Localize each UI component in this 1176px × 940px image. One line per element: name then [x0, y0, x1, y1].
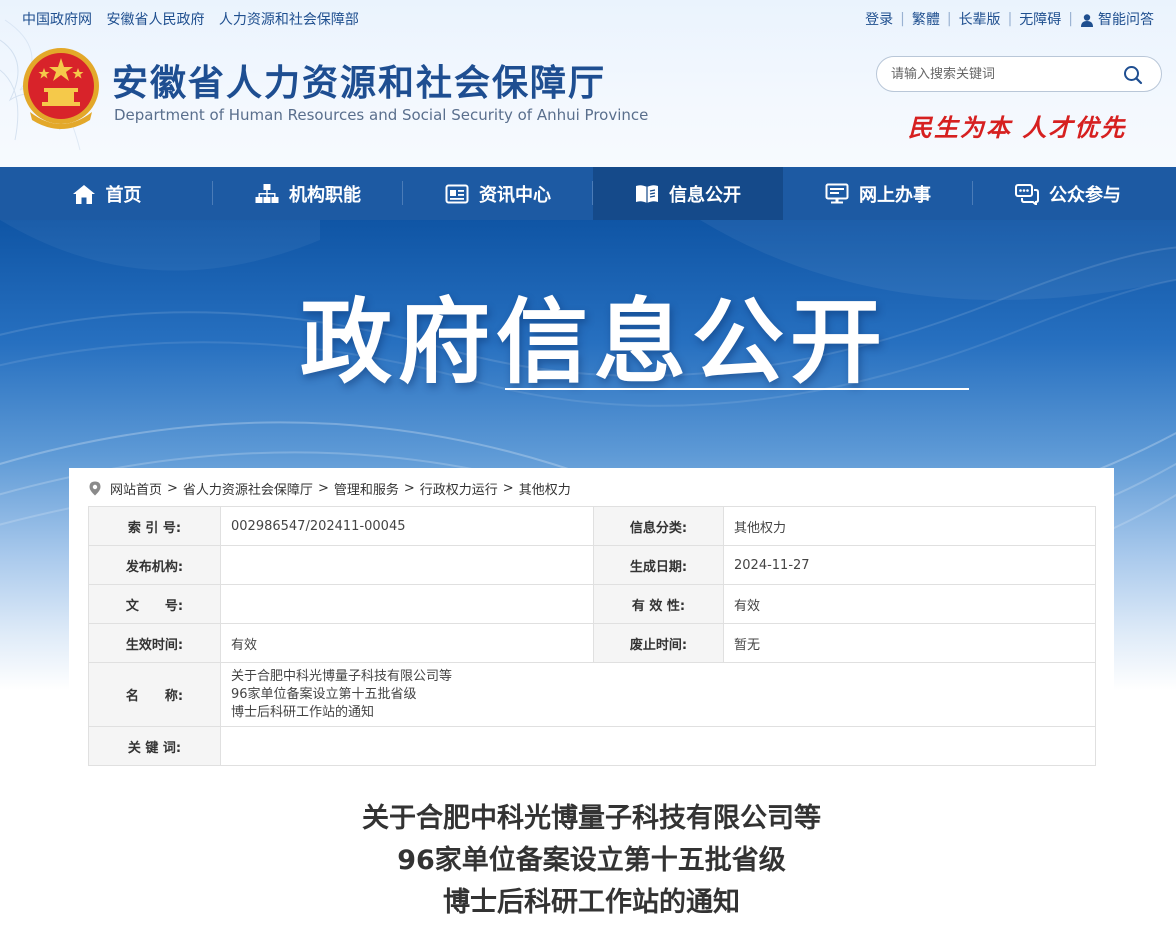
breadcrumb-item[interactable]: 管理和服务 [334, 479, 399, 498]
slogan: 民生为本 人才优先 [908, 113, 1127, 142]
docno-value [220, 584, 594, 624]
nav-item-online-services[interactable]: 网上办事 [783, 167, 973, 220]
nav-item-info-disclosure[interactable]: 信息公开 [593, 167, 783, 220]
name-line: 96家单位备案设立第十五批省级 [231, 686, 417, 702]
name-line: 关于合肥中科光博量子科技有限公司等 [231, 668, 453, 684]
document-title-line: 博士后科研工作站的通知 [443, 887, 740, 918]
table-row: 名 称: 关于合肥中科光博量子科技有限公司等 96家单位备案设立第十五批省级 博… [88, 662, 1096, 727]
search-box [876, 56, 1162, 92]
breadcrumb-item[interactable]: 网站首页 [110, 479, 162, 498]
main-nav: 首页 机构职能 资讯中心 信息公开 网上办事 公众参与 [0, 167, 1176, 220]
org-icon [255, 183, 279, 203]
breadcrumb-item[interactable]: 其他权力 [519, 479, 571, 498]
document-title-line: 关于合肥中科光博量子科技有限公司等 [362, 803, 821, 834]
separator: | [900, 11, 905, 27]
validity-label: 有 效 性: [593, 584, 724, 624]
docno-label: 文 号: [88, 584, 221, 624]
breadcrumb-item[interactable]: 行政权力运行 [420, 479, 498, 498]
document-info-table: 索 引 号: 002986547/202411-00045 信息分类: 其他权力… [88, 506, 1096, 766]
nav-item-org[interactable]: 机构职能 [213, 167, 403, 220]
traditional-chinese-link[interactable]: 繁體 [912, 9, 940, 29]
monitor-icon [825, 183, 849, 203]
abolish-label: 废止时间: [593, 623, 724, 663]
chat-icon [1015, 183, 1039, 205]
publisher-value [220, 545, 594, 585]
content-card: 网站首页 > 省人力资源社会保障厅 > 管理和服务 > 行政权力运行 > 其他权… [69, 468, 1114, 940]
breadcrumb: 网站首页 > 省人力资源社会保障厅 > 管理和服务 > 行政权力运行 > 其他权… [89, 479, 571, 498]
index-label: 索 引 号: [88, 506, 221, 546]
nav-item-news[interactable]: 资讯中心 [403, 167, 593, 220]
breadcrumb-separator: > [502, 481, 514, 496]
category-value: 其他权力 [723, 506, 1096, 546]
nav-label: 网上办事 [859, 184, 931, 206]
table-row: 关 键 词: [88, 726, 1096, 766]
banner-underline [505, 388, 969, 390]
breadcrumb-separator: > [403, 481, 415, 496]
smart-qa-label: 智能问答 [1098, 12, 1154, 28]
table-row: 索 引 号: 002986547/202411-00045 信息分类: 其他权力 [88, 506, 1096, 546]
breadcrumb-item[interactable]: 省人力资源社会保障厅 [183, 479, 313, 498]
nav-item-public-participation[interactable]: 公众参与 [973, 167, 1163, 220]
name-line: 博士后科研工作站的通知 [231, 704, 375, 720]
breadcrumb-separator: > [167, 481, 178, 496]
person-icon [1081, 14, 1093, 27]
location-pin-icon [89, 481, 101, 496]
top-right-links: 登录 | 繁體 | 长辈版 | 无障碍 | 智能问答 [865, 9, 1154, 29]
nav-label: 机构职能 [289, 184, 361, 206]
separator: | [1007, 11, 1013, 27]
validity-value: 有效 [723, 584, 1096, 624]
link-mohrss[interactable]: 人力资源和社会保障部 [219, 12, 359, 28]
document-title-line: 96家单位备案设立第十五批省级 [397, 845, 786, 876]
top-links: 中国政府网 安徽省人民政府 人力资源和社会保障部 [22, 9, 369, 29]
separator: | [946, 11, 952, 27]
site-subtitle: Department of Human Resources and Social… [114, 106, 649, 124]
nav-label: 首页 [105, 184, 142, 206]
index-value: 002986547/202411-00045 [220, 506, 594, 546]
nav-label: 资讯中心 [479, 184, 551, 206]
date-value: 2024-11-27 [723, 545, 1096, 585]
breadcrumb-separator: > [317, 481, 329, 496]
login-link[interactable]: 登录 [865, 9, 893, 29]
document-title: 关于合肥中科光博量子科技有限公司等 96家单位备案设立第十五批省级 博士后科研工… [69, 798, 1114, 924]
date-label: 生成日期: [593, 545, 724, 585]
elder-mode-link[interactable]: 长辈版 [959, 9, 1001, 29]
banner-title: 政府信息公开 [300, 289, 889, 396]
name-value: 关于合肥中科光博量子科技有限公司等 96家单位备案设立第十五批省级 博士后科研工… [220, 662, 1096, 727]
publisher-label: 发布机构: [88, 545, 221, 585]
table-row: 生效时间: 有效 废止时间: 暂无 [88, 623, 1096, 663]
site-title[interactable]: 安徽省人力资源和社会保障厅 [112, 54, 606, 106]
news-icon [445, 184, 469, 203]
abolish-value: 暂无 [723, 623, 1096, 663]
nav-label: 公众参与 [1049, 184, 1121, 206]
nav-item-home[interactable]: 首页 [0, 167, 213, 220]
link-anhui-gov[interactable]: 安徽省人民政府 [106, 12, 204, 28]
accessibility-link[interactable]: 无障碍 [1019, 9, 1061, 29]
separator: | [1068, 11, 1073, 27]
category-label: 信息分类: [593, 506, 724, 546]
name-label: 名 称: [88, 662, 221, 727]
effective-value: 有效 [220, 623, 594, 663]
home-icon [72, 184, 95, 204]
table-row: 文 号: 有 效 性: 有效 [88, 584, 1096, 624]
keywords-label: 关 键 词: [88, 726, 221, 766]
table-row: 发布机构: 生成日期: 2024-11-27 [88, 545, 1096, 585]
national-emblem-icon[interactable] [20, 46, 102, 130]
keywords-value [220, 726, 1096, 766]
nav-label: 信息公开 [669, 184, 741, 206]
link-china-gov[interactable]: 中国政府网 [22, 12, 92, 28]
site-header: 中国政府网 安徽省人民政府 人力资源和社会保障部 登录 | 繁體 | 长辈版 |… [0, 0, 1176, 167]
search-input[interactable] [891, 65, 1111, 83]
smart-qa-link[interactable]: 智能问答 [1080, 9, 1154, 29]
book-icon [636, 184, 658, 203]
search-icon[interactable] [1123, 65, 1143, 85]
effective-label: 生效时间: [88, 623, 221, 663]
